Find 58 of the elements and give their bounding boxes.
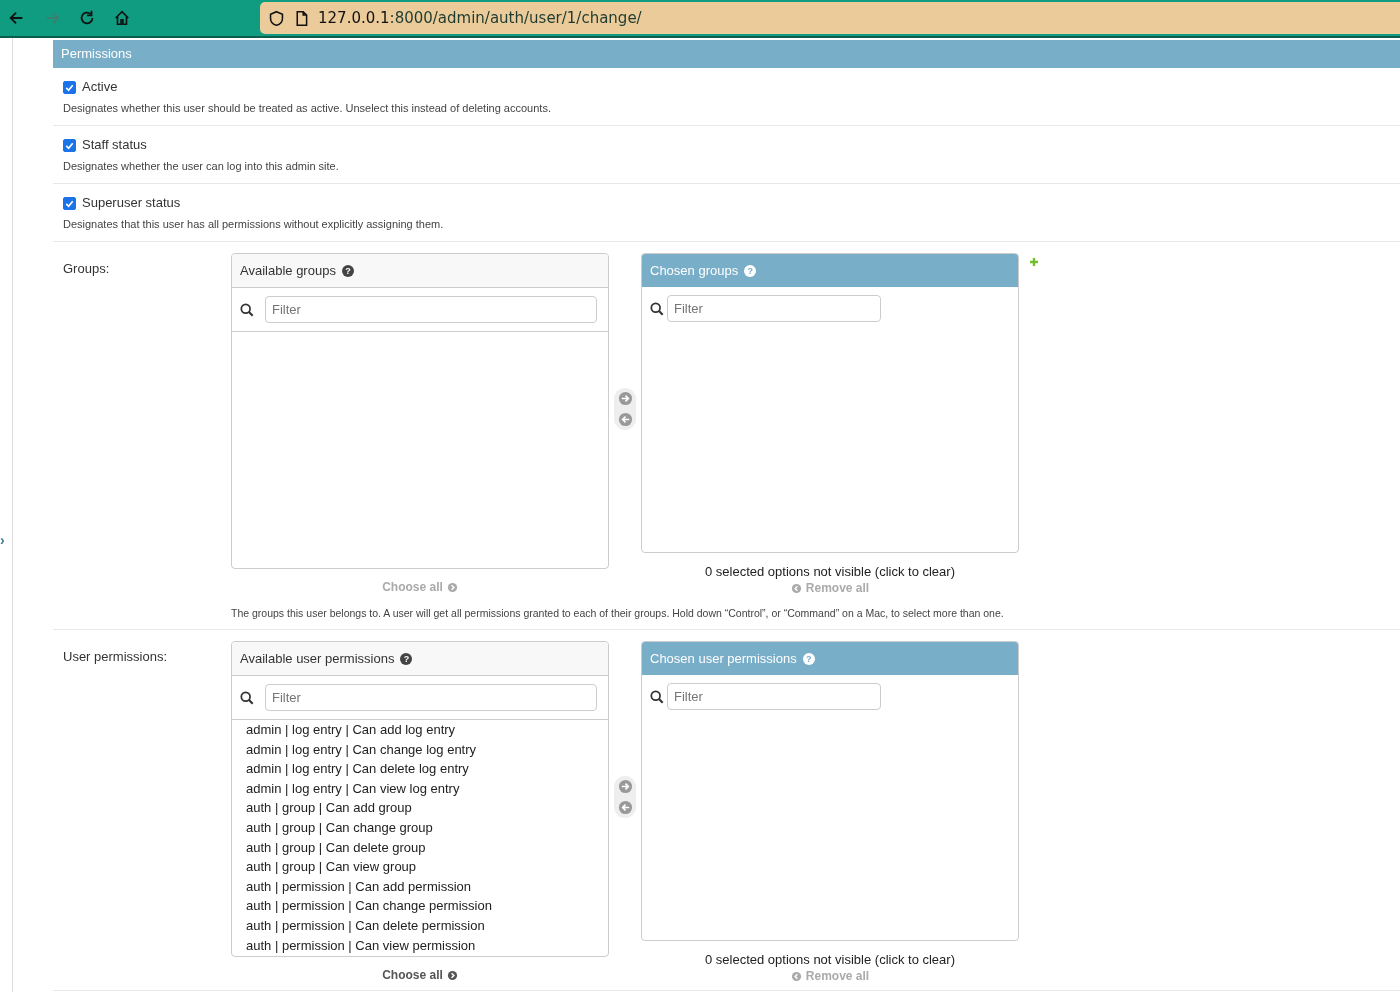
- checkbox-label: Superuser status: [82, 194, 181, 210]
- field-label: User permissions:: [63, 648, 169, 666]
- help-text: Designates that this user has all permissions without explicitly assigning them.: [63, 218, 445, 230]
- permission-option[interactable]: auth | group | Can delete group: [246, 837, 594, 858]
- arrow-circle-icon: [446, 969, 458, 981]
- permission-option[interactable]: auth | permission | Can view permission: [246, 935, 594, 956]
- checkbox-label: Staff status: [82, 136, 147, 152]
- shield-icon: [268, 9, 285, 27]
- home-icon[interactable]: [113, 9, 131, 27]
- move-right-icon[interactable]: [617, 391, 633, 406]
- filter-input[interactable]: Filter: [265, 296, 597, 323]
- search-icon: [650, 301, 664, 316]
- permission-option[interactable]: auth | permission | Can add permission: [246, 876, 594, 897]
- checkbox[interactable]: [63, 197, 76, 210]
- permission-option[interactable]: auth | group | Can view group: [246, 857, 594, 877]
- address-bar[interactable]: 127.0.0.1:8000/admin/auth/user/1/change/: [260, 2, 1400, 34]
- panel-title: Available groups: [240, 263, 336, 278]
- permission-option[interactable]: auth | group | Can add group: [246, 798, 594, 818]
- add-icon[interactable]: [1029, 257, 1039, 267]
- permission-option[interactable]: admin | log entry | Can delete log entry: [246, 759, 594, 779]
- search-icon: [240, 302, 254, 317]
- move-left-icon[interactable]: [617, 412, 633, 427]
- help-icon[interactable]: ?: [341, 264, 354, 277]
- panel-title: Available user permissions: [240, 651, 395, 666]
- permission-option[interactable]: auth | permission | Can change permission: [246, 896, 594, 916]
- filter-input[interactable]: Filter: [667, 683, 881, 710]
- hidden-selection-link[interactable]: 0 selected options not visible (click to clear): [705, 952, 955, 967]
- help-text: The groups this user belongs to. A user will get all permissions granted to each of their groups. Hold down “Control”, or “Command” on a Mac, to select more than one.: [231, 607, 1005, 619]
- permission-option[interactable]: admin | log entry | Can add log entry: [246, 720, 594, 740]
- hidden-selection-link[interactable]: 0 selected options not visible (click to clear): [705, 564, 955, 579]
- search-icon: [240, 690, 254, 705]
- help-text: Designates whether this user should be treated as active. Unselect this instead of deleting accounts.: [63, 102, 552, 114]
- permission-option[interactable]: auth | group | Can change group: [246, 817, 594, 838]
- help-text: Designates whether the user can log into this admin site.: [63, 160, 340, 172]
- help-icon[interactable]: ?: [400, 652, 413, 665]
- url-text: 127.0.0.1:8000/admin/auth/user/1/change/: [318, 9, 642, 27]
- move-left-icon[interactable]: [617, 800, 633, 815]
- permission-option[interactable]: admin | log entry | Can change log entry: [246, 739, 594, 760]
- permission-option[interactable]: admin | log entry | Can view log entry: [246, 778, 594, 799]
- checkbox-label: Active: [82, 78, 118, 94]
- arrow-circle-icon: [790, 582, 802, 594]
- panel-title: Chosen groups: [650, 263, 739, 278]
- search-icon: [650, 689, 664, 704]
- page-icon: [293, 9, 310, 27]
- panel-title: Chosen user permissions: [650, 651, 797, 666]
- sidebar-toggle[interactable]: ›: [0, 532, 5, 548]
- filter-input[interactable]: Filter: [265, 684, 597, 711]
- choose-all-link[interactable]: Choose all: [382, 968, 458, 982]
- filter-input[interactable]: Filter: [667, 295, 881, 322]
- reload-icon[interactable]: [78, 9, 96, 27]
- checkbox[interactable]: [63, 81, 76, 94]
- permission-option[interactable]: auth | permission | Can delete permission: [246, 915, 594, 936]
- arrow-circle-icon: [446, 581, 458, 593]
- fieldset-header: Permissions: [53, 40, 1400, 68]
- move-right-icon[interactable]: [617, 779, 633, 794]
- field-label: Groups:: [63, 260, 111, 278]
- arrow-circle-icon: [790, 970, 802, 982]
- checkbox[interactable]: [63, 139, 76, 152]
